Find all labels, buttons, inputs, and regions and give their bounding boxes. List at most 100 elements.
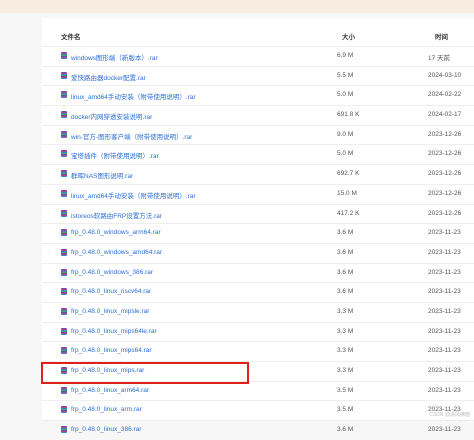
archive-file-icon: [61, 387, 67, 394]
file-size: 3.6 M: [337, 229, 353, 236]
file-name-link[interactable]: 爱快路由器docker配置.rar: [71, 72, 146, 82]
file-size: 3.3 M: [337, 308, 353, 315]
archive-file-icon: [61, 308, 67, 315]
file-size: 5.0 M: [337, 91, 353, 98]
file-row[interactable]: 群晖NAS图形说明.rar 692.7 K 2023-12-26: [42, 164, 474, 184]
file-time: 2023-11-23: [428, 347, 461, 354]
file-name-link[interactable]: 群晖NAS图形说明.rar: [71, 170, 133, 180]
file-name-link[interactable]: frp_0.48.0_linux_arm64.rar: [71, 387, 149, 394]
file-time: 2023-12-26: [428, 190, 461, 197]
file-row[interactable]: 宝塔插件（附带使用说明）.rar 5.0 M 2023-12-26: [42, 144, 474, 164]
file-size: 5.0 M: [337, 150, 353, 157]
column-name-header: 文件名: [61, 31, 81, 41]
archive-file-icon: [61, 150, 67, 157]
archive-file-icon: [61, 229, 67, 236]
file-size: 691.8 K: [337, 111, 359, 118]
file-name-link[interactable]: win-官方-图形客户端（附带使用说明）.rar: [71, 131, 192, 141]
archive-file-icon: [61, 170, 67, 177]
file-size: 3.6 M: [337, 269, 353, 276]
file-time: 2023-12-26: [428, 131, 461, 138]
archive-file-icon: [61, 210, 67, 217]
file-name-link[interactable]: frp_0.48.0_linux_mips64le.rar: [71, 328, 157, 335]
file-row[interactable]: frp_0.48.0_linux_386.rar 3.6 M 2023-11-23: [42, 420, 474, 440]
archive-file-icon: [61, 190, 67, 197]
file-row[interactable]: frp_0.48.0_linux_mipsle.rar 3.3 M 2023-11-…: [42, 302, 474, 322]
file-time: 2023-11-23: [428, 249, 461, 256]
archive-file-icon: [61, 328, 67, 335]
file-list-header: 文件名 大小 时间: [42, 28, 474, 42]
file-row[interactable]: frp_0.48.0_windows_amd64.rar 3.6 M 2023-11…: [42, 243, 474, 263]
file-time: 2023-11-23: [428, 328, 461, 335]
file-size: 3.3 M: [337, 328, 353, 335]
file-size: 3.6 M: [337, 249, 353, 256]
column-time-header: 时间: [435, 31, 448, 41]
file-size: 15.0 M: [337, 190, 357, 197]
file-time: 2023-11-23: [428, 387, 461, 394]
file-name-link[interactable]: frp_0.48.0_linux_386.rar: [71, 426, 141, 433]
file-size: 3.5 M: [337, 406, 353, 413]
file-name-link[interactable]: frp_0.48.0_windows_arm64.rar: [71, 229, 161, 236]
file-list-panel: 文件名 大小 时间 windows图形端（新版本）.rar 6.9 M 17 天前爱…: [42, 18, 474, 420]
archive-file-icon: [61, 52, 67, 59]
file-size: 3.3 M: [337, 347, 353, 354]
archive-file-icon: [61, 72, 67, 79]
file-row[interactable]: linux_amd64手动安装（附带使用说明）.rar 5.0 M 2024-02-…: [42, 85, 474, 105]
file-time: 2023-11-23: [428, 229, 461, 236]
highlight-box: [41, 362, 249, 384]
file-row[interactable]: linux_amd64手动安装（附带使用说明）.rar 15.0 M 2023-12…: [42, 184, 474, 204]
file-name-link[interactable]: linux_amd64手动安装（附带使用说明）.rar: [71, 190, 196, 200]
file-row[interactable]: frp_0.48.0_linux_riscv64.rar 3.6 M 2023-11…: [42, 282, 474, 302]
file-time: 2023-11-23: [428, 367, 461, 374]
file-row[interactable]: frp_0.48.0_linux_arm.rar3.5 M2023-11-23: [42, 400, 474, 420]
file-time: 2024-02-22: [428, 91, 461, 98]
file-time: 17 天前: [428, 52, 450, 62]
file-name-link[interactable]: frp_0.48.0_linux_riscv64.rar: [71, 288, 151, 295]
archive-file-icon: [61, 269, 67, 276]
file-time: 2023-11-23: [428, 288, 461, 295]
file-size: 5.5 M: [337, 72, 353, 79]
column-size-header: 大小: [342, 31, 355, 41]
file-size: 417.2 K: [337, 210, 359, 217]
file-time: 2024-02-17: [428, 111, 461, 118]
archive-file-icon: [61, 426, 67, 433]
file-time: 2023-12-26: [428, 170, 461, 177]
file-name-link[interactable]: docker内网穿透安装说明.rar: [71, 111, 152, 121]
file-name-link[interactable]: windows图形端（新版本）.rar: [71, 52, 158, 62]
file-row[interactable]: istoreos软路由FRP设置方法.rar 417.2 K 2023-12-26: [42, 204, 474, 224]
archive-file-icon: [61, 91, 67, 98]
file-name-link[interactable]: frp_0.48.0_linux_arm.rar: [71, 406, 142, 413]
file-name-link[interactable]: 宝塔插件（附带使用说明）.rar: [71, 150, 159, 160]
file-size: 3.6 M: [337, 288, 353, 295]
archive-file-icon: [61, 347, 67, 354]
file-row[interactable]: frp_0.48.0_linux_mips64le.rar 3.3 M 2023-1…: [42, 322, 474, 342]
file-row[interactable]: frp_0.48.0_linux_mips64.rar 3.3 M 2023-11-…: [42, 341, 474, 361]
file-time: 2023-11-23: [428, 308, 461, 315]
archive-file-icon: [61, 288, 67, 295]
archive-file-icon: [61, 111, 67, 118]
file-size: 3.6 M: [337, 426, 353, 433]
top-banner: [0, 0, 474, 13]
file-size: 9.0 M: [337, 131, 353, 138]
file-row[interactable]: docker内网穿透安装说明.rar 691.8 K 2024-02-17: [42, 105, 474, 125]
file-name-link[interactable]: frp_0.48.0_windows_amd64.rar: [71, 249, 162, 256]
file-time: 2023-12-26: [428, 150, 461, 157]
file-size: 692.7 K: [337, 170, 359, 177]
file-name-link[interactable]: linux_amd64手动安装（附带使用说明）.rar: [71, 91, 196, 101]
file-row[interactable]: frp_0.48.0_windows_arm64.rar 3.6 M 2023-11…: [42, 223, 474, 243]
file-size: 3.3 M: [337, 367, 353, 374]
file-time: 2023-12-26: [428, 210, 461, 217]
file-time: 2023-11-23: [428, 426, 461, 433]
archive-file-icon: [61, 131, 67, 138]
file-row[interactable]: windows图形端（新版本）.rar 6.9 M 17 天前: [42, 46, 474, 66]
file-row[interactable]: 爱快路由器docker配置.rar5.5 M2024-03-10: [42, 66, 474, 86]
file-size: 6.9 M: [337, 52, 353, 59]
file-name-link[interactable]: istoreos软路由FRP设置方法.rar: [71, 210, 162, 220]
file-row[interactable]: win-官方-图形客户端（附带使用说明）.rar 9.0 M 2023-12-26: [42, 125, 474, 145]
file-time: 2023-11-23: [428, 269, 461, 276]
file-name-link[interactable]: frp_0.48.0_linux_mipsle.rar: [71, 308, 149, 315]
file-row[interactable]: frp_0.48.0_windows_386.rar 3.6 M 2023-11-2…: [42, 263, 474, 283]
archive-file-icon: [61, 406, 67, 413]
watermark: CSDN @清风拂面: [429, 411, 470, 418]
file-name-link[interactable]: frp_0.48.0_linux_mips64.rar: [71, 347, 152, 354]
file-name-link[interactable]: frp_0.48.0_windows_386.rar: [71, 269, 153, 276]
